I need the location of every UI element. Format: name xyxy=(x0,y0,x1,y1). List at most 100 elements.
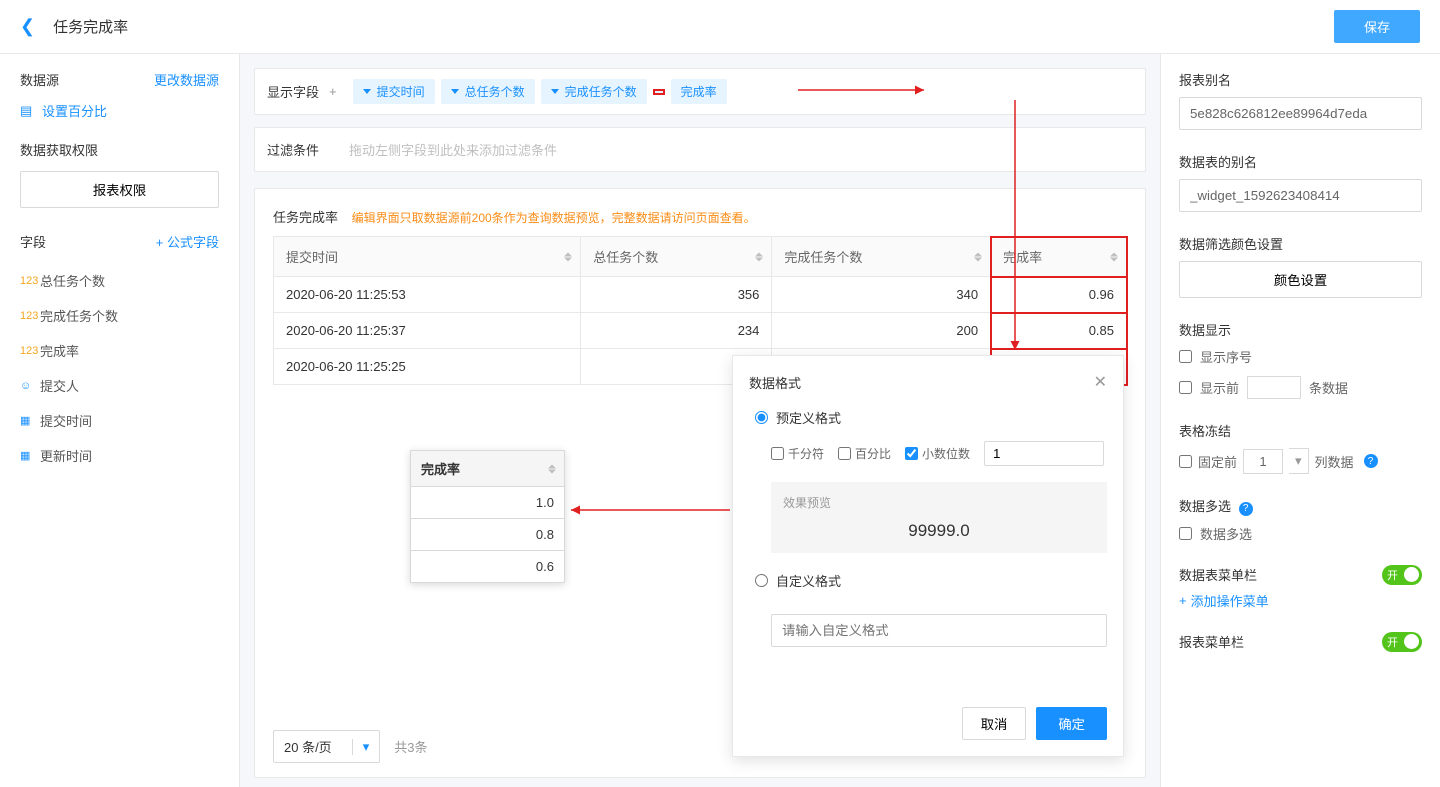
right-panel: 报表别名 数据表的别名 数据筛选颜色设置 颜色设置 数据显示 显示序号 显示前条… xyxy=(1160,54,1440,787)
field-item[interactable]: 123完成率 xyxy=(20,333,219,368)
table-row: 0.8 xyxy=(411,519,565,551)
filter-bar[interactable]: 过滤条件 拖动左侧字段到此处来添加过滤条件 xyxy=(254,127,1146,172)
sort-icon[interactable] xyxy=(974,252,982,261)
page-total: 共3条 xyxy=(394,737,427,756)
set-percent-label: 设置百分比 xyxy=(42,101,107,120)
sort-icon[interactable] xyxy=(1110,252,1118,261)
calendar-icon: ▦ xyxy=(20,414,40,427)
field-item[interactable]: 123完成任务个数 xyxy=(20,298,219,333)
chevron-down-icon: ▾ xyxy=(352,739,370,755)
show-first-input[interactable] xyxy=(1247,376,1301,399)
report-menu-toggle[interactable]: 开 xyxy=(1382,632,1422,652)
field-item[interactable]: 123总任务个数 xyxy=(20,263,219,298)
field-tag[interactable]: 总任务个数 xyxy=(441,79,535,104)
field-tag[interactable]: 提交时间 xyxy=(353,79,435,104)
help-icon[interactable]: ? xyxy=(1239,502,1253,516)
color-setting-button[interactable]: 颜色设置 xyxy=(1179,261,1422,298)
data-source-label: 数据源 xyxy=(20,70,59,89)
table-menu-toggle[interactable]: 开 xyxy=(1382,565,1422,585)
add-menu-link[interactable]: +添加操作菜单 xyxy=(1179,591,1422,610)
column-header-highlight[interactable]: 完成率 xyxy=(991,237,1127,277)
preview-value: 99999.0 xyxy=(783,521,1095,541)
number-icon: 123 xyxy=(20,310,40,322)
plus-icon: + xyxy=(1179,593,1187,608)
preview-label: 效果预览 xyxy=(783,494,1095,511)
table-row: 1.0 xyxy=(411,487,565,519)
custom-format-input[interactable] xyxy=(771,614,1107,647)
table-title: 任务完成率 xyxy=(273,210,338,225)
page-title: 任务完成率 xyxy=(53,16,128,37)
show-first-checkbox[interactable] xyxy=(1179,381,1192,394)
freeze-count-select[interactable]: 1 xyxy=(1243,449,1283,474)
column-header[interactable]: 完成任务个数 xyxy=(772,237,991,277)
field-tag-highlight[interactable] xyxy=(653,89,665,95)
field-item[interactable]: ▦提交时间 xyxy=(20,403,219,438)
predefined-radio[interactable] xyxy=(755,411,768,424)
show-index-checkbox[interactable] xyxy=(1179,350,1192,363)
filter-placeholder: 拖动左侧字段到此处来添加过滤条件 xyxy=(349,140,557,159)
field-item[interactable]: ▦更新时间 xyxy=(20,438,219,473)
field-tag[interactable]: 完成任务个数 xyxy=(541,79,647,104)
data-format-dialog: 数据格式 ✕ 预定义格式 千分符 百分比 小数位数 效果预览 99999.0 自… xyxy=(732,355,1124,757)
percent-icon: ▤ xyxy=(20,103,34,119)
filter-label: 过滤条件 xyxy=(267,140,319,159)
change-source-link[interactable]: 更改数据源 xyxy=(154,70,219,89)
percent-checkbox[interactable] xyxy=(838,447,851,460)
display-fields-label: 显示字段 xyxy=(267,82,319,101)
help-icon[interactable]: ? xyxy=(1364,454,1378,468)
decimal-places-input[interactable] xyxy=(984,441,1104,466)
table-alias-input[interactable] xyxy=(1179,179,1422,212)
data-perm-label: 数据获取权限 xyxy=(20,140,219,159)
calendar-icon: ▦ xyxy=(20,449,40,462)
dropdown-icon xyxy=(551,89,559,94)
dropdown-icon xyxy=(451,89,459,94)
sort-icon[interactable] xyxy=(548,464,556,473)
close-icon[interactable]: ✕ xyxy=(1094,372,1107,392)
field-list: 123总任务个数 123完成任务个数 123完成率 ☺提交人 ▦提交时间 ▦更新… xyxy=(20,263,219,473)
column-header[interactable]: 提交时间 xyxy=(274,237,581,277)
custom-radio[interactable] xyxy=(755,574,768,587)
user-icon: ☺ xyxy=(20,380,40,392)
back-icon[interactable]: ❮ xyxy=(20,16,35,37)
ok-button[interactable]: 确定 xyxy=(1036,707,1107,740)
sort-icon[interactable] xyxy=(564,252,572,261)
set-percent-link[interactable]: ▤ 设置百分比 xyxy=(20,101,219,120)
color-setting-label: 数据筛选颜色设置 xyxy=(1179,234,1422,253)
multi-select-label: 数据多选 ? xyxy=(1179,496,1422,516)
freeze-label: 表格冻结 xyxy=(1179,421,1422,440)
multi-select-checkbox[interactable] xyxy=(1179,527,1192,540)
fields-label: 字段 xyxy=(20,232,46,251)
decimal-checkbox[interactable] xyxy=(905,447,918,460)
small-column-header[interactable]: 完成率 xyxy=(411,451,565,487)
sort-icon[interactable] xyxy=(755,252,763,261)
add-formula-field-link[interactable]: + 公式字段 xyxy=(156,232,219,251)
report-menu-label: 报表菜单栏 xyxy=(1179,632,1244,651)
data-display-label: 数据显示 xyxy=(1179,320,1422,339)
field-tag[interactable]: 完成率 xyxy=(671,79,727,104)
add-field-icon[interactable]: + xyxy=(329,84,337,99)
preview-box: 效果预览 99999.0 xyxy=(771,482,1107,553)
page-size-select[interactable]: 20 条/页 ▾ xyxy=(273,730,380,763)
dropdown-icon xyxy=(363,89,371,94)
table-row[interactable]: 2020-06-20 11:25:53 356 340 0.96 xyxy=(274,277,1127,313)
table-row[interactable]: 2020-06-20 11:25:37 234 200 0.85 xyxy=(274,313,1127,349)
table-alias-label: 数据表的别名 xyxy=(1179,152,1422,171)
report-permission-button[interactable]: 报表权限 xyxy=(20,171,219,208)
table-menu-label: 数据表菜单栏 xyxy=(1179,565,1257,584)
left-sidebar: 数据源 更改数据源 ▤ 设置百分比 数据获取权限 报表权限 字段 + 公式字段 … xyxy=(0,54,240,787)
preview-result-table: 完成率 1.0 0.8 0.6 xyxy=(410,450,565,583)
dialog-title: 数据格式 xyxy=(749,373,801,392)
save-button[interactable]: 保存 xyxy=(1334,10,1420,43)
chevron-down-icon[interactable]: ▾ xyxy=(1289,448,1309,474)
report-alias-label: 报表别名 xyxy=(1179,70,1422,89)
report-alias-input[interactable] xyxy=(1179,97,1422,130)
number-icon: 123 xyxy=(20,345,40,357)
thousands-checkbox[interactable] xyxy=(771,447,784,460)
freeze-checkbox[interactable] xyxy=(1179,455,1192,468)
display-fields-bar: 显示字段 + 提交时间 总任务个数 完成任务个数 完成率 xyxy=(254,68,1146,115)
table-row: 0.6 xyxy=(411,551,565,583)
cancel-button[interactable]: 取消 xyxy=(962,707,1027,740)
field-item[interactable]: ☺提交人 xyxy=(20,368,219,403)
column-header[interactable]: 总任务个数 xyxy=(581,237,772,277)
table-hint: 编辑界面只取数据源前200条作为查询数据预览，完整数据请访问页面查看。 xyxy=(352,211,756,225)
